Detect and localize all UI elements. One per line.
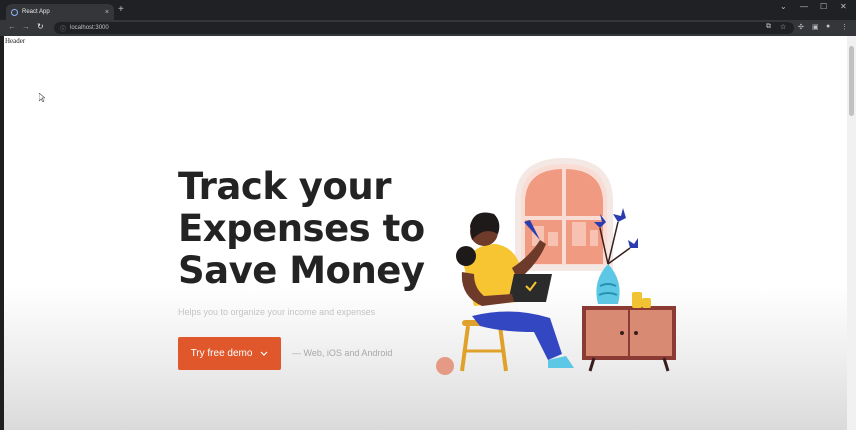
menu-icon[interactable]: ⋮ xyxy=(841,23,848,31)
address-bar[interactable]: ⓘ localhost:3000 xyxy=(54,22,794,34)
mouse-cursor-icon xyxy=(39,93,45,102)
page-scrollbar[interactable] xyxy=(847,36,856,430)
info-icon[interactable]: ⓘ xyxy=(60,24,66,33)
maximize-icon[interactable]: ☐ xyxy=(820,2,827,11)
hero-title-line: Expenses to xyxy=(178,207,425,250)
bookmark-star-icon[interactable]: ☆ xyxy=(780,23,786,31)
browser-tab-bar: React App × + ⌄ — ☐ ✕ xyxy=(0,0,856,20)
extensions-icon[interactable]: ✣ xyxy=(798,23,804,31)
woman-with-laptop-illustration xyxy=(436,157,676,375)
page-viewport: Header Track your Expenses to Save Money… xyxy=(4,36,847,430)
forward-icon[interactable]: → xyxy=(22,22,30,31)
tab-close-icon[interactable]: × xyxy=(105,9,109,16)
side-panel-icon[interactable]: ▣ xyxy=(812,23,819,31)
window-close-icon[interactable]: ✕ xyxy=(840,2,847,11)
address-url: localhost:3000 xyxy=(70,25,109,31)
platforms-text: — Web, iOS and Android xyxy=(292,348,393,358)
new-tab-icon[interactable]: + xyxy=(118,5,124,15)
hero-title-line: Save Money xyxy=(178,249,425,292)
tab-title: React App xyxy=(22,9,50,15)
react-favicon-icon xyxy=(11,8,18,16)
hero-subtitle: Helps you to organize your income and ex… xyxy=(178,307,376,317)
try-free-demo-button[interactable]: Try free demo xyxy=(178,337,281,370)
back-icon[interactable]: ← xyxy=(8,22,16,31)
install-app-icon[interactable]: ⧉ xyxy=(766,23,771,31)
hero-title-line: Track your xyxy=(178,165,391,208)
browser-toolbar: ← → ↻ ⓘ localhost:3000 ⧉ ☆ ✣ ▣ ● ⋮ xyxy=(0,20,856,36)
tab-search-icon[interactable]: ⌄ xyxy=(780,2,787,11)
scrollbar-thumb[interactable] xyxy=(849,46,854,116)
profile-icon[interactable]: ● xyxy=(826,23,830,30)
page-header: Header xyxy=(5,37,26,45)
browser-tab[interactable]: React App × xyxy=(6,4,114,20)
chevron-down-icon xyxy=(261,351,268,356)
hero-title: Track your Expenses to Save Money xyxy=(178,166,438,292)
demo-button-label: Try free demo xyxy=(190,348,253,359)
reload-icon[interactable]: ↻ xyxy=(37,22,44,31)
minimize-icon[interactable]: — xyxy=(800,2,808,11)
